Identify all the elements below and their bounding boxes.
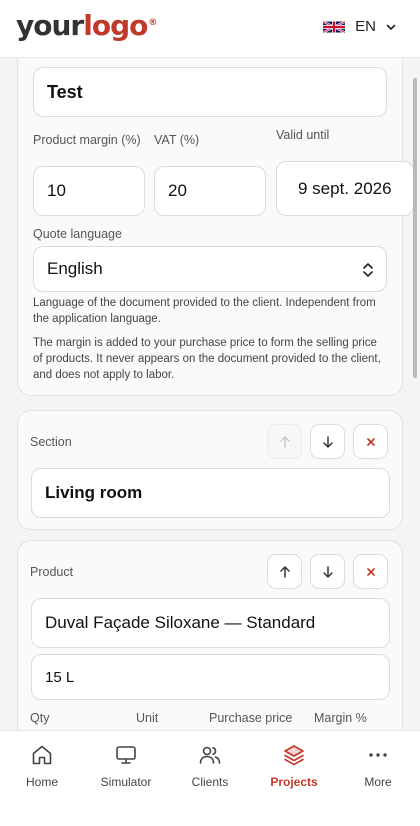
top-header: yourlogo® EN (0, 0, 420, 58)
nav-item-home[interactable]: Home (0, 743, 84, 791)
chevron-down-icon (386, 24, 396, 30)
language-code: EN (355, 18, 376, 35)
product-margin-label: Product margin (%) (33, 133, 141, 147)
app-root: yourlogo® EN Test Product margin (%) VAT… (0, 0, 420, 826)
users-icon (199, 746, 221, 764)
home-icon (32, 745, 52, 765)
logo-word-your: your (16, 9, 84, 42)
delete-section-button[interactable] (353, 424, 388, 459)
brand-logo[interactable]: yourlogo® (16, 9, 157, 42)
section-name-input[interactable]: Living room (31, 468, 390, 518)
margin-column-label: Margin % (314, 711, 367, 725)
select-updown-icon (363, 263, 373, 277)
qty-column-label: Qty (30, 711, 50, 725)
more-icon (369, 753, 387, 757)
logo-registered-mark: ® (148, 17, 157, 28)
quote-language-value: English (47, 259, 103, 278)
product-card: Product Duval Façade Siloxane — Standard… (17, 540, 403, 730)
logo-word-logo: logo (83, 9, 148, 42)
nav-label-clients: Clients (191, 775, 229, 789)
move-up-button[interactable] (267, 554, 302, 589)
layers-icon (284, 745, 304, 766)
language-help-text: Language of the document provided to the… (33, 297, 376, 325)
arrow-down-icon (322, 565, 333, 578)
nav-label-home: Home (25, 775, 58, 789)
quote-language-label: Quote language (33, 227, 122, 241)
unit-column-label: Unit (136, 711, 159, 725)
product-name-input[interactable]: Duval Façade Siloxane — Standard (31, 598, 390, 648)
close-icon (366, 567, 375, 576)
product-label: Product (30, 565, 74, 579)
arrow-down-icon (322, 435, 333, 448)
nav-label-simulator: Simulator (100, 775, 152, 789)
uk-flag-icon (323, 20, 346, 33)
nav-label-projects: Projects (270, 775, 318, 789)
content-scroll-area[interactable]: Test Product margin (%) VAT (%) Valid un… (0, 58, 420, 730)
scrollbar-thumb[interactable] (413, 78, 417, 378)
move-down-button[interactable] (310, 554, 345, 589)
vat-input[interactable]: 20 (154, 166, 266, 216)
quote-name-input[interactable]: Test (33, 67, 387, 117)
nav-item-more[interactable]: More (336, 743, 420, 791)
arrow-up-icon (279, 565, 290, 578)
margin-help-text: The margin is added to your purchase pri… (33, 337, 381, 381)
close-icon (366, 437, 375, 446)
monitor-icon (116, 746, 136, 764)
nav-label-more: More (364, 775, 392, 789)
move-up-button[interactable] (267, 424, 302, 459)
language-selector[interactable]: EN (323, 18, 396, 35)
bottom-navigation: Home Simulator Clients Projects More (0, 730, 420, 826)
quote-settings-card: Test Product margin (%) VAT (%) Valid un… (17, 58, 414, 396)
nav-item-clients[interactable]: Clients (168, 743, 252, 791)
purchase-price-column-label: Purchase price (209, 711, 293, 725)
section-card: Section Living room (17, 410, 403, 530)
nav-item-simulator[interactable]: Simulator (84, 743, 168, 791)
product-size-input[interactable]: 15 L (31, 654, 390, 700)
valid-until-date-input[interactable]: 9 sept. 2026 (276, 161, 414, 216)
valid-until-label: Valid until (276, 128, 330, 142)
move-down-button[interactable] (310, 424, 345, 459)
section-label: Section (30, 435, 72, 449)
arrow-up-icon (279, 435, 290, 448)
delete-product-button[interactable] (353, 554, 388, 589)
vat-label: VAT (%) (154, 133, 200, 147)
product-margin-input[interactable]: 10 (33, 166, 145, 216)
nav-item-projects[interactable]: Projects (252, 743, 336, 791)
quote-language-select[interactable]: English (33, 246, 387, 292)
